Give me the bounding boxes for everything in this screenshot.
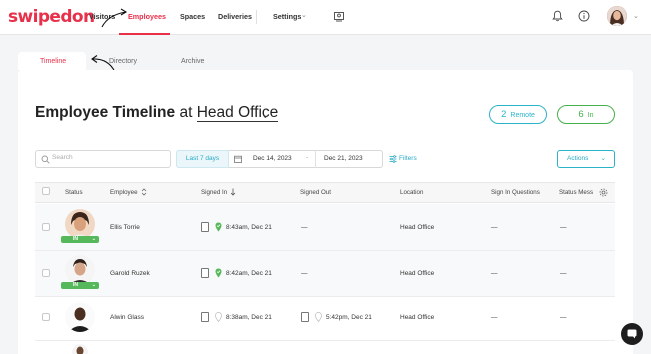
col-status: Status (65, 189, 83, 196)
chevron-down-icon[interactable]: ⌄ (262, 111, 269, 120)
col-employee[interactable]: Employee (110, 189, 138, 196)
gear-icon[interactable] (599, 188, 608, 197)
col-sign-in-questions: Sign In Questions (491, 189, 540, 196)
sign-in-questions: — (491, 314, 498, 321)
signed-in-time: 8:38am, Dec 21 (226, 314, 272, 321)
employee-avatar (65, 302, 95, 332)
row-checkbox[interactable] (42, 313, 50, 321)
location-pin-outline-icon (315, 312, 322, 322)
employee-name[interactable]: Garold Ruzek (110, 270, 150, 277)
signed-in-time: 8:42am, Dec 21 (226, 270, 272, 277)
range-preset-button[interactable]: Last 7 days (176, 150, 229, 168)
nav-settings[interactable]: Settings (273, 12, 301, 21)
annotation-arrow-icon (101, 8, 128, 28)
filter-icon[interactable] (389, 155, 397, 163)
nav-divider (256, 10, 257, 24)
sign-in-questions: — (491, 270, 498, 277)
employee-avatar (65, 255, 95, 285)
actions-button[interactable]: Actions ⌄ (557, 150, 615, 168)
search-input[interactable] (52, 154, 162, 161)
location: Head Office (400, 314, 435, 321)
search-icon (41, 155, 50, 164)
calendar-icon[interactable] (234, 155, 242, 163)
remote-count-pill[interactable]: 2 Remote (489, 105, 547, 124)
nav-active-underline (119, 33, 170, 35)
top-nav: swipedon Visitors Employees Spaces Deliv… (0, 0, 651, 35)
chevron-down-icon: ⌄ (600, 155, 606, 162)
sign-in-questions: — (491, 224, 498, 231)
device-icon (201, 268, 209, 278)
search-box[interactable] (35, 150, 171, 168)
nav-spaces[interactable]: Spaces (180, 12, 205, 21)
bell-icon[interactable] (552, 10, 563, 22)
signed-out-time: 5:42pm, Dec 21 (326, 314, 372, 321)
kiosk-icon[interactable] (333, 10, 345, 22)
status-badge[interactable]: IN ⌄ (61, 236, 99, 243)
signed-in-time: 8:43am, Dec 21 (226, 224, 272, 231)
user-avatar[interactable] (607, 6, 627, 26)
date-divider (315, 150, 316, 168)
sort-icon[interactable] (141, 188, 147, 196)
device-icon (201, 312, 209, 322)
location: Head Office (400, 270, 435, 277)
status-badge[interactable]: IN ⌄ (61, 282, 99, 289)
employee-name[interactable]: Alwin Glass (110, 314, 144, 321)
employee-name[interactable]: Ellis Torrie (110, 224, 140, 231)
location: Head Office (400, 224, 435, 231)
select-all-checkbox[interactable] (42, 187, 50, 195)
employee-avatar (72, 344, 88, 354)
info-icon[interactable] (578, 10, 590, 22)
signed-out-time: — (301, 270, 308, 277)
location-pin-outline-icon (215, 312, 222, 322)
date-to[interactable]: Dec 21, 2023 (324, 155, 363, 162)
status-message: — (560, 270, 567, 277)
filters-button[interactable]: Filters (399, 155, 417, 162)
col-signed-in[interactable]: Signed In (201, 189, 227, 196)
chevron-down-icon[interactable]: ⌄ (633, 12, 639, 20)
status-message: — (560, 314, 567, 321)
date-separator: - (306, 154, 309, 161)
col-signed-out: Signed Out (300, 189, 331, 196)
sort-down-icon[interactable] (230, 188, 236, 196)
tab-archive[interactable]: Archive (181, 58, 204, 65)
chevron-down-icon: ⌄ (301, 12, 307, 19)
device-icon (301, 312, 309, 322)
signed-out-time: — (301, 224, 308, 231)
device-icon (201, 222, 209, 232)
col-location: Location (400, 189, 424, 196)
swipedon-logo[interactable]: swipedon (8, 7, 95, 27)
location-pin-icon (215, 268, 222, 278)
in-count-pill[interactable]: 6 In (557, 105, 615, 124)
row-checkbox[interactable] (42, 223, 50, 231)
tab-timeline[interactable]: Timeline (40, 58, 66, 65)
chat-icon (627, 329, 637, 339)
employee-avatar (65, 209, 95, 239)
page-title: Employee Timeline at Head Office (35, 104, 279, 122)
row-checkbox[interactable] (42, 269, 50, 277)
nav-employees[interactable]: Employees (128, 12, 166, 21)
status-message: — (560, 224, 567, 231)
col-status-message: Status Mess (559, 189, 594, 196)
date-from[interactable]: Dec 14, 2023 (253, 155, 292, 162)
chat-launcher-button[interactable] (621, 323, 643, 345)
location-pin-icon (215, 222, 222, 232)
nav-deliveries[interactable]: Deliveries (218, 12, 252, 21)
